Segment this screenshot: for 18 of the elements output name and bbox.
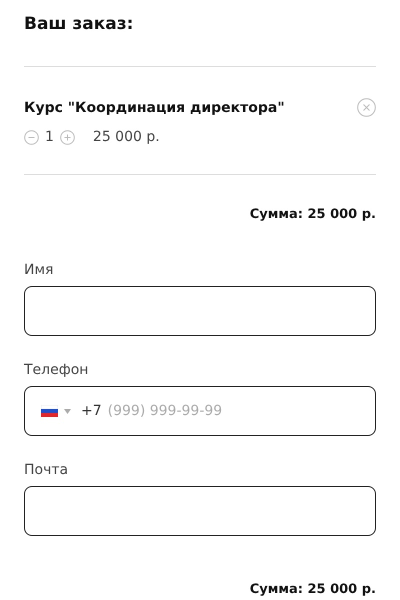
price: 25 000 р. xyxy=(92,129,160,145)
field-label: Имя xyxy=(24,262,54,278)
course-name: Курс "Координация директора" xyxy=(24,100,285,116)
caret-icon[interactable] xyxy=(64,408,71,414)
minus-icon[interactable] xyxy=(24,130,39,144)
flag-icon[interactable] xyxy=(41,405,58,417)
order-title: Ваш заказ: xyxy=(24,14,134,36)
total-sum: Сумма: 25 000 р. xyxy=(250,207,376,222)
phone-prefix: +7 xyxy=(81,403,102,419)
plus-icon[interactable] xyxy=(60,130,75,144)
phone-field[interactable]: +7 (999) 999-99-99 xyxy=(24,386,376,436)
input-field[interactable] xyxy=(24,486,376,536)
total-sum: Сумма: 25 000 р. xyxy=(250,582,376,597)
quantity: 1 xyxy=(45,129,54,145)
field-label: Почта xyxy=(24,462,70,478)
input-field[interactable] xyxy=(24,286,376,336)
field-label: Телефон xyxy=(24,362,90,378)
close-icon[interactable] xyxy=(357,98,376,117)
